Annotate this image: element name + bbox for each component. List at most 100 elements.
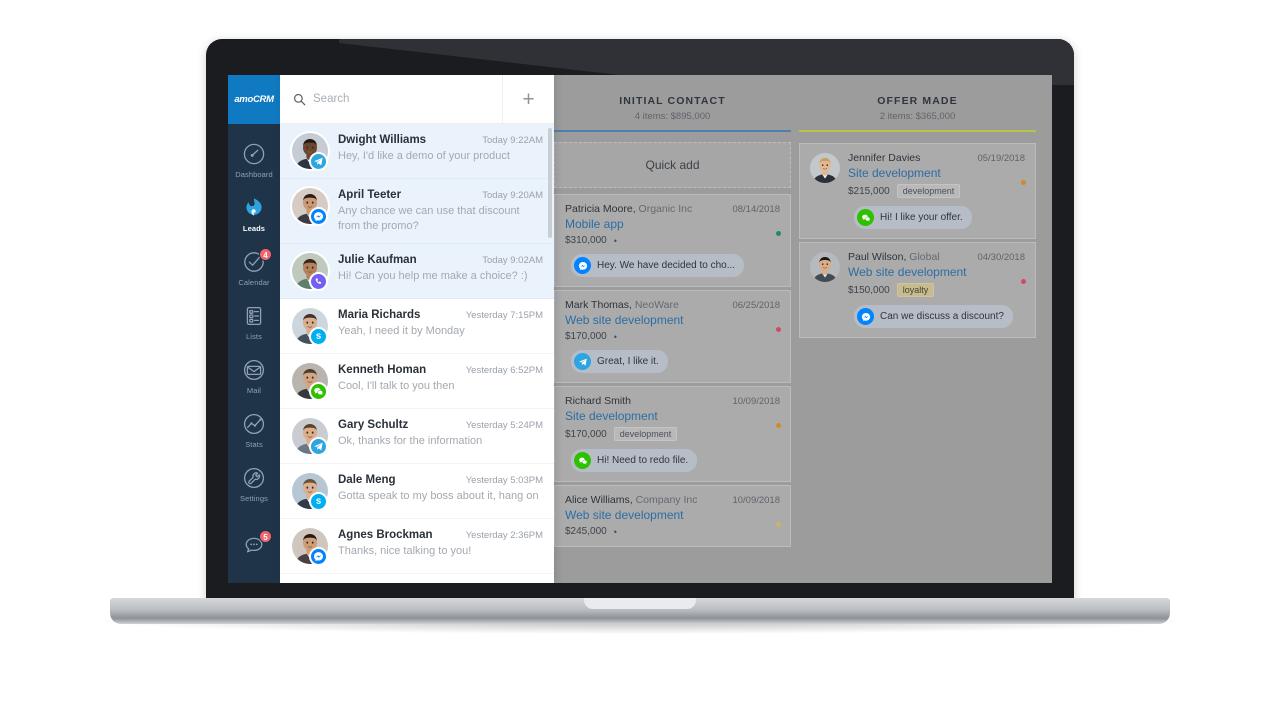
message-preview: Gotta speak to my boss about it, hang on [338, 489, 539, 502]
card-stack: Patricia Moore, Organic Inc 08/14/2018 Mob… [554, 193, 791, 547]
search-area[interactable] [280, 75, 502, 123]
add-button[interactable]: + [502, 75, 554, 123]
avatar-wrap [292, 252, 328, 291]
sidebar-nav-bottom: 5 [228, 523, 280, 583]
sidebar-nav: Dashboard Leads 4 Calendar Lists Mail Stats Set… [228, 124, 280, 523]
message-list-item[interactable]: Dale Meng Yesterday 5:03PM Gotta speak to … [280, 464, 554, 519]
lead-message-text: Can we discuss a discount? [880, 311, 1004, 322]
message-body: Kenneth Homan Yesterday 6:52PM Cool, I'll … [338, 363, 543, 394]
search-icon [293, 93, 306, 106]
sidebar-item-lists[interactable]: Lists [228, 295, 280, 349]
board-column: OFFER MADE 2 items: $365,000 Jennifer Davi… [799, 95, 1036, 583]
lead-message-bubble[interactable]: Hi! I like your offer. [854, 206, 972, 229]
sidebar-item-calendar[interactable]: 4 Calendar [228, 241, 280, 295]
message-preview: Hi! Can you help me make a choice? :) [338, 269, 528, 282]
lead-message-bubble[interactable]: Hi! Need to redo file. [571, 449, 698, 472]
column-rule [799, 130, 1036, 132]
lead-title[interactable]: Web site development [565, 313, 780, 327]
search-input[interactable] [313, 93, 493, 105]
lead-contact-name: Patricia Moore, [565, 203, 636, 215]
screenshot-stage: amoCRM Dashboard Leads 4 Calendar Lists Mail S… [0, 0, 1280, 716]
message-header: Kenneth Homan Yesterday 6:52PM [338, 364, 543, 376]
lead-message-bubble[interactable]: Can we discuss a discount? [854, 305, 1013, 328]
lead-contact: Richard Smith [565, 395, 631, 407]
avatar-wrap [292, 307, 328, 346]
lead-meta: $170,000 development [565, 427, 780, 441]
message-list-item[interactable]: Dwight Williams Today 9:22AM Hey, I'd like… [280, 124, 554, 179]
lead-contact: Patricia Moore, Organic Inc [565, 203, 692, 215]
message-sender: Dale Meng [338, 473, 396, 486]
lead-title[interactable]: Web site development [565, 508, 780, 522]
lead-price: $170,000 [565, 331, 607, 342]
board-column: INITIAL CONTACT 4 items: $895,000 Quick ad… [554, 95, 791, 583]
message-sender: Maria Richards [338, 308, 421, 321]
leads-board: INITIAL CONTACT 4 items: $895,000 Quick ad… [554, 75, 1052, 583]
lead-date: 10/09/2018 [732, 495, 780, 506]
app-logo[interactable]: amoCRM [228, 75, 280, 124]
avatar-wrap [292, 362, 328, 401]
messages-panel: + Dwight Williams Today 9:22AM Hey, I'd li… [280, 75, 554, 583]
lead-title[interactable]: Site development [848, 166, 1025, 180]
telegram-icon [574, 353, 591, 370]
avatar-wrap [292, 472, 328, 511]
lead-card[interactable]: Mark Thomas, NeoWare 06/25/2018 Web site d… [554, 290, 791, 383]
sidebar-item-settings[interactable]: Settings [228, 457, 280, 511]
message-list-item[interactable]: Maria Richards Yesterday 7:15PM Yeah, I ne… [280, 299, 554, 354]
sidebar-item-dashboard[interactable]: Dashboard [228, 133, 280, 187]
lead-tag-dot: • [613, 235, 617, 246]
quick-add-button[interactable]: Quick add [554, 142, 791, 188]
message-header: April Teeter Today 9:20AM [338, 189, 543, 201]
lead-title[interactable]: Web site development [848, 265, 1025, 279]
message-preview: Hey, I'd like a demo of your product [338, 150, 510, 162]
lead-card[interactable]: Jennifer Davies 05/19/2018 Site developmen… [799, 143, 1036, 239]
message-time: Today 9:20AM [482, 190, 543, 201]
lead-date: 04/30/2018 [977, 252, 1025, 263]
lead-status-dot [1021, 279, 1026, 284]
messages-scrollbar[interactable] [548, 128, 552, 238]
message-body: Dale Meng Yesterday 5:03PM Gotta speak to … [338, 473, 543, 504]
lead-title[interactable]: Mobile app [565, 217, 780, 231]
message-preview: Any chance we can use that discount from… [338, 205, 520, 232]
message-time: Yesterday 5:24PM [465, 419, 543, 431]
lead-date: 08/14/2018 [732, 204, 780, 215]
lead-message-text: Hey. We have decided to cho... [597, 260, 736, 271]
message-header: Dale Meng Yesterday 5:03PM [338, 474, 543, 486]
lead-card[interactable]: Paul Wilson, Global 04/30/2018 Web site de… [799, 242, 1036, 338]
wechat-icon [857, 209, 874, 226]
lead-contact-name: Alice Williams, [565, 494, 633, 506]
lead-price: $310,000 [565, 235, 607, 246]
lead-title[interactable]: Site development [565, 409, 780, 423]
message-list-item[interactable]: Alexa CoatesYesterday 11:15AMGot it, I'l… [280, 574, 554, 583]
telegram-icon [309, 152, 328, 171]
column-summary: 2 items: $365,000 [879, 111, 956, 122]
message-time: Today 9:02AM [482, 254, 543, 266]
avatar-wrap [292, 527, 328, 566]
message-header: Agnes Brockman Yesterday 2:36PM [338, 529, 543, 541]
message-sender: Kenneth Homan [338, 363, 427, 376]
lead-message-bubble[interactable]: Great, I like it. [571, 350, 668, 373]
envelope-icon [241, 357, 267, 383]
lead-card-header: Mark Thomas, NeoWare 06/25/2018 [565, 299, 780, 311]
sidebar-item-stats[interactable]: Stats [228, 403, 280, 457]
message-list-item[interactable]: Kenneth Homan Yesterday 6:52PM Cool, I'll … [280, 354, 554, 409]
message-list-item[interactable]: Gary Schultz Yesterday 5:24PM Ok, thanks f… [280, 409, 554, 464]
lead-price: $170,000 [565, 428, 607, 440]
lead-card[interactable]: Richard Smith 10/09/2018 Site development $… [554, 386, 791, 482]
sidebar-item-leads[interactable]: Leads [228, 187, 280, 241]
laptop-base-notch [584, 598, 696, 609]
messages-list[interactable]: Dwight Williams Today 9:22AM Hey, I'd like… [280, 124, 554, 583]
lead-status-dot [776, 423, 781, 428]
message-list-item[interactable]: April Teeter Today 9:20AM Any chance we ca… [280, 179, 554, 244]
lead-message-bubble[interactable]: Hey. We have decided to cho... [571, 254, 745, 277]
lead-card-header: Patricia Moore, Organic Inc 08/14/2018 [565, 203, 780, 215]
lead-status-dot [776, 522, 781, 527]
message-header: Dwight Williams Today 9:22AM [338, 134, 543, 146]
message-body: Maria Richards Yesterday 7:15PM Yeah, I ne… [338, 308, 543, 339]
sidebar-item-chat[interactable]: 5 [228, 523, 280, 567]
message-list-item[interactable]: Agnes Brockman Yesterday 2:36PM Thanks, ni… [280, 519, 554, 574]
sidebar-item-mail[interactable]: Mail [228, 349, 280, 403]
message-list-item[interactable]: Julie Kaufman Today 9:02AM Hi! Can you hel… [280, 243, 554, 299]
lead-card[interactable]: Patricia Moore, Organic Inc 08/14/2018 Mob… [554, 194, 791, 287]
lead-card[interactable]: Alice Williams, Company Inc 10/09/2018 Web… [554, 485, 791, 547]
lead-meta: $170,000 • [565, 331, 780, 342]
